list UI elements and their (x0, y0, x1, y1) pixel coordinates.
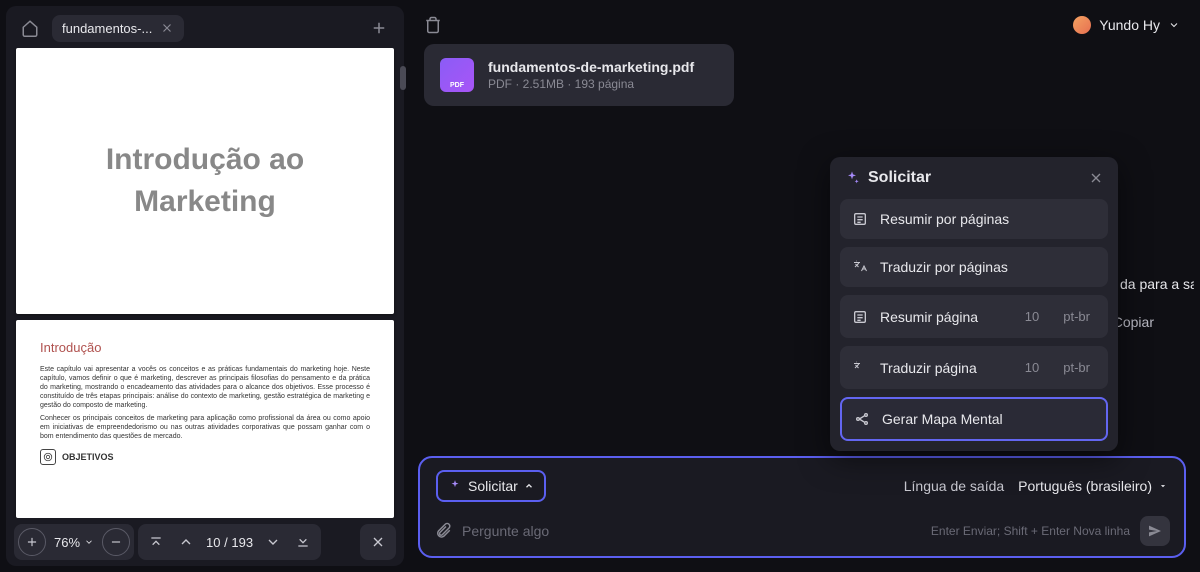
pdf-title-text: Introdução ao Marketing (40, 139, 370, 223)
close-icon (1088, 170, 1104, 186)
pdf-toolbar: 76% 10 / 193 (6, 518, 404, 566)
popup-title: Solicitar (868, 169, 1080, 187)
popup-item-summarize-page[interactable]: Resumir página 10 pt-br (840, 295, 1108, 338)
scrollbar-thumb[interactable] (400, 66, 404, 90)
trash-icon (424, 16, 442, 34)
page-nav-group: 10 / 193 (138, 524, 321, 560)
input-hint: Enter Enviar; Shift + Enter Nova linha (931, 524, 1130, 538)
chevron-up-icon (178, 534, 194, 550)
home-icon (21, 19, 39, 37)
popup-item-translate-page[interactable]: Traduzir página 10 pt-br (840, 346, 1108, 389)
pdf-paragraph: Conhecer os principais conceitos de mark… (40, 414, 370, 441)
chevron-up-icon (524, 481, 534, 491)
item-page-number: 10 (1017, 307, 1047, 326)
popup-item-summarize-pages[interactable]: Resumir por páginas (840, 199, 1108, 239)
file-meta: PDF · 2.51MB · 193 página (488, 77, 694, 91)
target-icon (40, 449, 56, 465)
delete-button[interactable] (424, 16, 442, 34)
translate-icon (852, 360, 870, 376)
plus-icon (370, 19, 388, 37)
item-page-number: 10 (1017, 358, 1047, 377)
zoom-group: 76% (14, 524, 134, 560)
mind-map-icon (854, 411, 872, 427)
pdf-objectives: OBJETIVOS (40, 449, 370, 465)
close-toolbar-button[interactable] (364, 528, 392, 556)
response-text: da para a satisfação das necessidades e … (1120, 276, 1172, 292)
chat-input[interactable] (462, 523, 921, 539)
send-button[interactable] (1140, 516, 1170, 546)
translate-icon (852, 259, 870, 275)
file-info: fundamentos-de-marketing.pdf PDF · 2.51M… (488, 59, 694, 91)
popup-items: Resumir por páginas Traduzir por páginas… (830, 199, 1118, 451)
pdf-page[interactable]: Introdução Este capítulo vai apresentar … (16, 320, 394, 518)
chat-topbar: Yundo Hy (410, 6, 1194, 44)
close-icon (370, 534, 386, 550)
zoom-out-button[interactable] (102, 528, 130, 556)
input-top-row: Solicitar Língua de saída Português (bra… (430, 466, 1174, 512)
chevrons-up-bar-icon (148, 534, 164, 550)
list-icon (852, 309, 870, 325)
add-tab-button[interactable] (364, 17, 394, 39)
pdf-viewer-panel: fundamentos-... Introdução ao Marketing … (6, 6, 404, 566)
pdf-file-icon: PDF (440, 58, 474, 92)
send-icon (1147, 523, 1163, 539)
user-name: Yundo Hy (1099, 17, 1160, 33)
zoom-value[interactable]: 76% (48, 535, 100, 550)
solicitar-button[interactable]: Solicitar (436, 470, 546, 502)
sparkle-icon (448, 479, 462, 493)
document-tab[interactable]: fundamentos-... (52, 15, 184, 42)
chevrons-down-bar-icon (295, 534, 311, 550)
list-icon (852, 211, 870, 227)
language-select[interactable]: Português (brasileiro) (1018, 478, 1168, 494)
item-lang: pt-br (1057, 307, 1096, 326)
language-row: Língua de saída Português (brasileiro) (904, 478, 1168, 494)
home-button[interactable] (16, 14, 44, 42)
sparkle-icon (844, 170, 860, 186)
avatar (1073, 16, 1091, 34)
minus-icon (109, 535, 123, 549)
chevron-down-icon (1168, 19, 1180, 31)
close-icon (160, 21, 174, 35)
attached-file-card[interactable]: PDF fundamentos-de-marketing.pdf PDF · 2… (424, 44, 734, 106)
item-lang: pt-br (1057, 358, 1096, 377)
plus-icon (25, 535, 39, 549)
page-number-input[interactable]: 10 / 193 (202, 535, 257, 550)
tab-bar: fundamentos-... (6, 6, 404, 48)
attach-button[interactable] (434, 522, 452, 540)
popup-close-button[interactable] (1088, 170, 1104, 186)
paperclip-icon (434, 522, 452, 540)
pdf-page[interactable]: Introdução ao Marketing (16, 48, 394, 314)
tab-title: fundamentos-... (62, 21, 152, 36)
close-tab-button[interactable] (160, 21, 174, 35)
language-label: Língua de saída (904, 478, 1004, 494)
prev-page-button[interactable] (172, 528, 200, 556)
pdf-page-list[interactable]: Introdução ao Marketing Introdução Este … (6, 48, 404, 518)
next-page-button[interactable] (259, 528, 287, 556)
popup-item-mind-map[interactable]: Gerar Mapa Mental (840, 397, 1108, 441)
popup-header: Solicitar (830, 157, 1118, 199)
chat-input-container: Solicitar Língua de saída Português (bra… (418, 456, 1186, 558)
chevron-down-icon (84, 537, 94, 547)
popup-item-translate-pages[interactable]: Traduzir por páginas (840, 247, 1108, 287)
input-row: Enter Enviar; Shift + Enter Nova linha (430, 512, 1174, 546)
close-toolbar-group (360, 524, 396, 560)
pdf-section-heading: Introdução (40, 340, 370, 355)
pdf-paragraph: Este capítulo vai apresentar a vocês os … (40, 365, 370, 410)
file-name: fundamentos-de-marketing.pdf (488, 59, 694, 75)
zoom-in-button[interactable] (18, 528, 46, 556)
first-page-button[interactable] (142, 528, 170, 556)
chat-panel: Yundo Hy PDF fundamentos-de-marketing.pd… (410, 6, 1194, 566)
triangle-down-icon (1158, 481, 1168, 491)
solicitar-popup: Solicitar Resumir por páginas Traduzir p… (830, 157, 1118, 451)
user-menu[interactable]: Yundo Hy (1073, 16, 1180, 34)
last-page-button[interactable] (289, 528, 317, 556)
chevron-down-icon (265, 534, 281, 550)
